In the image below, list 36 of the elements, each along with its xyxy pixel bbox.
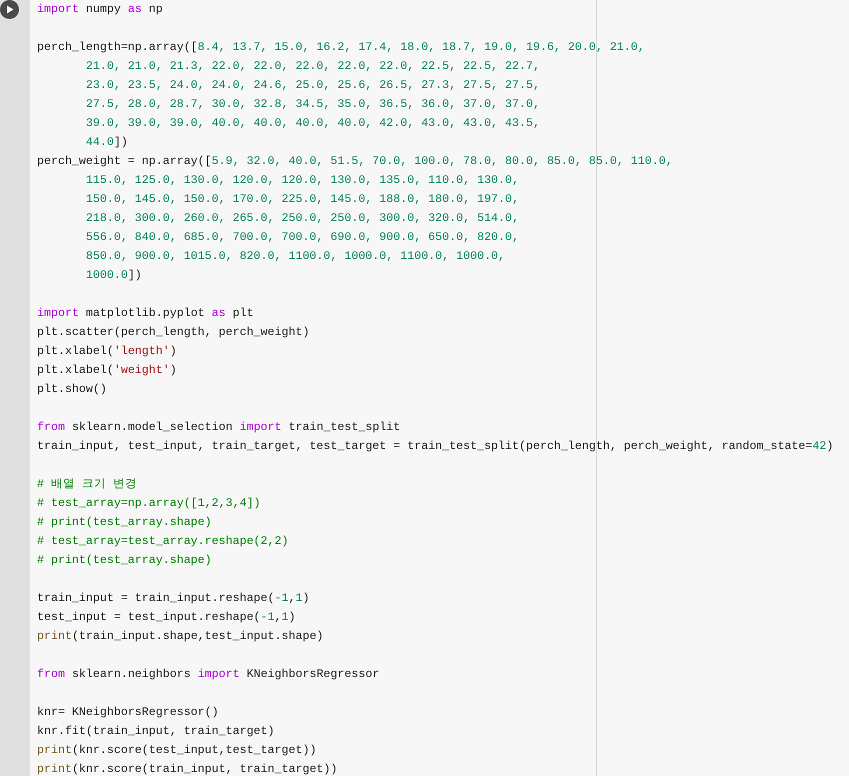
code-line: # test_array=np.array([1,2,3,4]) (37, 496, 261, 512)
code-line: from sklearn.model_selection import train_test_split (37, 420, 400, 436)
code-line: print(knr.score(train_input, train_target)) (37, 762, 338, 776)
code-line: # print(test_array.shape) (37, 515, 212, 531)
code-line: 115.0, 125.0, 130.0, 120.0, 120.0, 130.0, 135.0, 110.0, 130.0, (86, 173, 519, 189)
code-line: plt.xlabel('weight') (37, 363, 177, 379)
play-icon (6, 5, 14, 14)
code-line: 21.0, 21.0, 21.3, 22.0, 22.0, 22.0, 22.0, 22.0, 22.5, 22.5, 22.7, (86, 59, 540, 75)
code-line: knr= KNeighborsRegressor() (37, 705, 219, 721)
code-line: plt.show() (37, 382, 107, 398)
code-line: plt.scatter(perch_length, perch_weight) (37, 325, 310, 341)
code-line: from sklearn.neighbors import KNeighborsRegressor (37, 667, 380, 683)
code-line: knr.fit(train_input, train_target) (37, 724, 275, 740)
code-line: # test_array=test_array.reshape(2,2) (37, 534, 288, 550)
code-line: print(train_input.shape,test_input.shape) (37, 629, 324, 645)
code-line: import matplotlib.pyplot as plt (37, 306, 254, 322)
code-line: 218.0, 300.0, 260.0, 265.0, 250.0, 250.0, 300.0, 320.0, 514.0, (86, 211, 519, 227)
code-line: 39.0, 39.0, 39.0, 40.0, 40.0, 40.0, 40.0, 42.0, 43.0, 43.0, 43.5, (86, 116, 540, 132)
code-line: perch_length=np.array([8.4, 13.7, 15.0, 16.2, 17.4, 18.0, 18.7, 19.0, 19.6, 20.0, 21.0, (37, 40, 645, 56)
code-line: 556.0, 840.0, 685.0, 700.0, 700.0, 690.0, 900.0, 650.0, 820.0, (86, 230, 519, 246)
code-line: 1000.0]) (86, 268, 142, 284)
code-line: 850.0, 900.0, 1015.0, 820.0, 1100.0, 1000.0, 1100.0, 1000.0, (86, 249, 506, 265)
code-line: train_input = train_input.reshape(-1,1) (37, 591, 310, 607)
code-line: train_input, test_input, train_target, test_target = train_test_split(perch_length, perch_weight, random_state=42) (37, 439, 834, 455)
code-line: 150.0, 145.0, 150.0, 170.0, 225.0, 145.0, 188.0, 180.0, 197.0, (86, 192, 519, 208)
code-line: # 배열 크기 변경 (37, 477, 137, 493)
code-line: # print(test_array.shape) (37, 553, 212, 569)
code-line: test_input = test_input.reshape(-1,1) (37, 610, 296, 626)
code-line: 23.0, 23.5, 24.0, 24.0, 24.6, 25.0, 25.6, 26.5, 27.3, 27.5, 27.5, (86, 78, 540, 94)
code-line: 44.0]) (86, 135, 128, 151)
code-line: 27.5, 28.0, 28.7, 30.0, 32.8, 34.5, 35.0, 36.5, 36.0, 37.0, 37.0, (86, 97, 540, 113)
code-line: print(knr.score(test_input,test_target)) (37, 743, 316, 759)
code-line: plt.xlabel('length') (37, 344, 177, 360)
code-line: perch_weight = np.array([5.9, 32.0, 40.0, 51.5, 70.0, 100.0, 78.0, 80.0, 85.0, 85.0, 110.0, (37, 154, 673, 170)
run-button[interactable] (0, 0, 19, 19)
code-line: import numpy as np (37, 2, 163, 18)
